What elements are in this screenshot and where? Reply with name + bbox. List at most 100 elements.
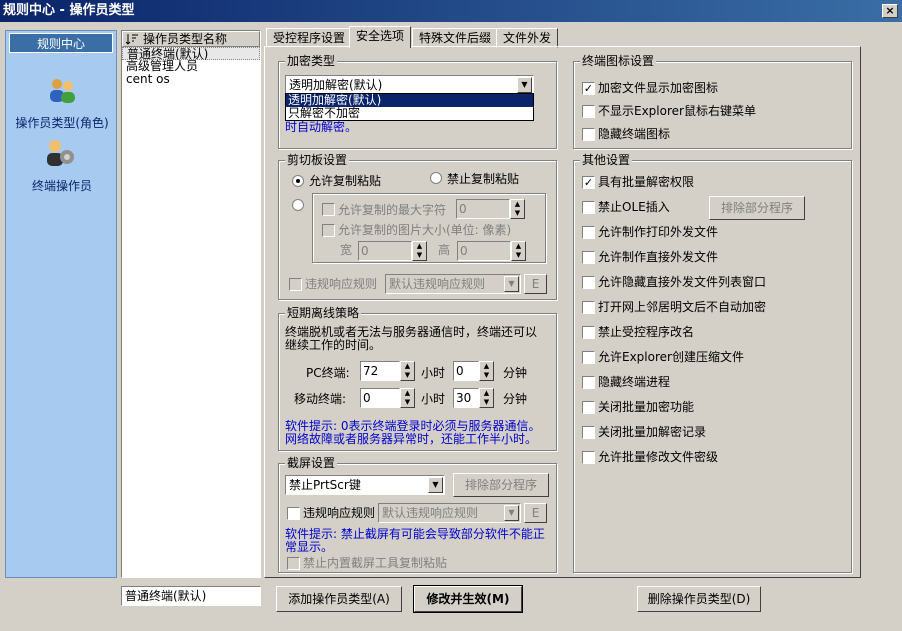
mobile-minutes-input[interactable]: 30 — [453, 388, 479, 408]
checkbox-label: 隐藏终端进程 — [598, 375, 671, 389]
clip-violation-value: 默认违规响应规则 — [389, 277, 486, 291]
clip-edit-button[interactable]: E — [524, 274, 547, 294]
operator-type-list[interactable]: 操作员类型名称 普通终端(默认) 高级管理人员 cent os — [121, 30, 261, 578]
chevron-down-icon[interactable]: ▼ — [504, 276, 519, 292]
close-button[interactable]: × — [882, 4, 898, 18]
checkbox-label: 允许Explorer创建压缩文件 — [598, 350, 744, 364]
checkbox[interactable] — [582, 201, 595, 214]
screenshot-tip: 软件提示: 禁止截屏有可能会导致部分软件不能正常显示。 — [285, 527, 545, 554]
checkbox[interactable] — [582, 401, 595, 414]
screenshot-select[interactable]: 禁止PrtScr键 ▼ — [285, 475, 445, 495]
checkbox-label: 禁止受控程序改名 — [598, 325, 695, 339]
checkbox-label: 关闭批量加密功能 — [598, 400, 695, 414]
encrypt-type-dropdown[interactable]: 透明加解密(默认) 只解密不加密 — [285, 93, 534, 121]
add-type-button[interactable]: 添加操作员类型(A) — [276, 586, 402, 612]
checkbox[interactable] — [582, 376, 595, 389]
list-item[interactable]: cent os — [122, 73, 260, 86]
screen-edit-button[interactable]: E — [524, 503, 547, 523]
max-chars-checkbox[interactable] — [322, 203, 335, 216]
checkbox-label: 允许制作打印外发文件 — [598, 225, 719, 239]
sidebar-item-role[interactable]: 操作员类型(角色) — [6, 114, 118, 131]
chevron-down-icon[interactable]: ▼ — [517, 77, 532, 93]
height-input[interactable]: 0 — [457, 241, 511, 261]
checkbox[interactable] — [582, 451, 595, 464]
checkbox[interactable] — [582, 251, 595, 264]
width-input[interactable]: 0 — [358, 241, 412, 261]
width-label: 宽 — [340, 243, 353, 257]
img-size-checkbox[interactable] — [322, 224, 335, 237]
allow-copy-label: 允许复制粘贴 — [309, 174, 382, 188]
clip-violation-select[interactable]: 默认违规响应规则 ▼ — [385, 274, 521, 294]
users-icon[interactable] — [46, 74, 78, 106]
dropdown-option[interactable]: 只解密不加密 — [286, 107, 533, 120]
checkbox-label: 允许隐藏直接外发文件列表窗口 — [598, 275, 767, 289]
clip-violation-label: 违规响应规则 — [305, 277, 378, 291]
list-column-label: 操作员类型名称 — [143, 32, 228, 46]
title-bar: 规则中心 - 操作员类型 — [0, 0, 902, 22]
deny-copy-label: 禁止复制粘贴 — [447, 172, 520, 186]
window-title: 规则中心 - 操作员类型 — [3, 3, 135, 18]
tab-security-options[interactable]: 安全选项 — [349, 26, 412, 48]
screenshot-group-title: 截屏设置 — [285, 456, 338, 470]
builtin-capture-label: 禁止内置截屏工具复制粘贴 — [303, 556, 448, 570]
pc-terminal-label: PC终端: — [306, 366, 350, 380]
max-chars-label: 允许复制的最大字符 — [338, 203, 447, 217]
spin-arrows-icon[interactable]: ▲ ▼ — [510, 199, 525, 219]
screen-exclude-button[interactable]: 排除部分程序 — [453, 473, 549, 497]
checkbox[interactable] — [582, 276, 595, 289]
list-column-header[interactable]: 操作员类型名称 — [122, 31, 260, 47]
offline-tip: 软件提示: 0表示终端登录时必须与服务器通信。网络故障或者服务器异常时，还能工作… — [285, 419, 541, 446]
checkbox-label: 具有批量解密权限 — [598, 175, 695, 189]
encrypt-type-select[interactable]: 透明加解密(默认) ▼ — [285, 75, 534, 95]
other-exclude-button[interactable]: 排除部分程序 — [709, 196, 805, 220]
max-chars-input[interactable]: 0 — [456, 199, 510, 219]
checkbox[interactable]: ✓ — [582, 176, 595, 189]
allow-copy-radio[interactable] — [292, 175, 304, 187]
pc-hours-unit: 小时 — [421, 366, 446, 380]
checkbox[interactable] — [582, 301, 595, 314]
encrypt-type-value: 透明加解密(默认) — [289, 78, 383, 92]
spin-arrows-icon[interactable]: ▲ ▼ — [412, 241, 427, 261]
mobile-hours-input[interactable]: 0 — [360, 388, 400, 408]
clip-violation-checkbox[interactable] — [289, 278, 302, 291]
spin-arrows-icon[interactable]: ▲ ▼ — [479, 361, 494, 381]
chevron-down-icon[interactable]: ▼ — [428, 477, 443, 493]
tab-controlled-programs[interactable]: 受控程序设置 — [266, 28, 353, 48]
chevron-down-icon[interactable]: ▼ — [504, 505, 519, 521]
mobile-minutes-unit: 分钟 — [503, 392, 528, 406]
checkbox-label: 允许批量修改文件密级 — [598, 450, 719, 464]
checkbox[interactable] — [582, 128, 595, 141]
custom-copy-radio[interactable] — [292, 199, 304, 211]
clipboard-group-title: 剪切板设置 — [285, 153, 350, 167]
checkbox[interactable] — [582, 105, 595, 118]
tab-file-outgoing[interactable]: 文件外发 — [496, 28, 559, 48]
builtin-capture-checkbox[interactable] — [287, 557, 300, 570]
save-apply-button[interactable]: 修改并生效(M) — [413, 585, 523, 613]
sidebar-header[interactable]: 规则中心 — [9, 33, 113, 53]
other-settings-group: 其他设置 — [573, 153, 852, 573]
delete-type-button[interactable]: 删除操作员类型(D) — [637, 586, 761, 612]
type-name-field[interactable]: 普通终端(默认) — [121, 586, 261, 606]
checkbox[interactable] — [582, 351, 595, 364]
sidebar: 规则中心 操作员类型(角色) 终端操作员 — [5, 30, 117, 578]
deny-copy-radio[interactable] — [430, 172, 442, 184]
checkbox[interactable]: ✓ — [582, 82, 595, 95]
checkbox[interactable] — [582, 326, 595, 339]
checkbox-label: 关闭批量加解密记录 — [598, 425, 707, 439]
tab-special-suffix[interactable]: 特殊文件后缀 — [412, 28, 499, 48]
spin-arrows-icon[interactable]: ▲ ▼ — [400, 361, 415, 381]
encrypt-group-title: 加密类型 — [285, 54, 338, 68]
screen-violation-checkbox[interactable] — [287, 507, 300, 520]
pc-hours-input[interactable]: 72 — [360, 361, 400, 381]
checkbox[interactable] — [582, 226, 595, 239]
checkbox[interactable] — [582, 426, 595, 439]
user-gear-icon[interactable] — [44, 137, 76, 169]
offline-group-title: 短期离线策略 — [285, 306, 362, 320]
spin-arrows-icon[interactable]: ▲ ▼ — [400, 388, 415, 408]
checkbox-label: 不显示Explorer鼠标右键菜单 — [598, 104, 756, 118]
sidebar-item-operator[interactable]: 终端操作员 — [6, 177, 118, 194]
screen-violation-select[interactable]: 默认违规响应规则 ▼ — [378, 503, 521, 523]
spin-arrows-icon[interactable]: ▲ ▼ — [479, 388, 494, 408]
spin-arrows-icon[interactable]: ▲ ▼ — [511, 241, 526, 261]
pc-minutes-input[interactable]: 0 — [453, 361, 479, 381]
